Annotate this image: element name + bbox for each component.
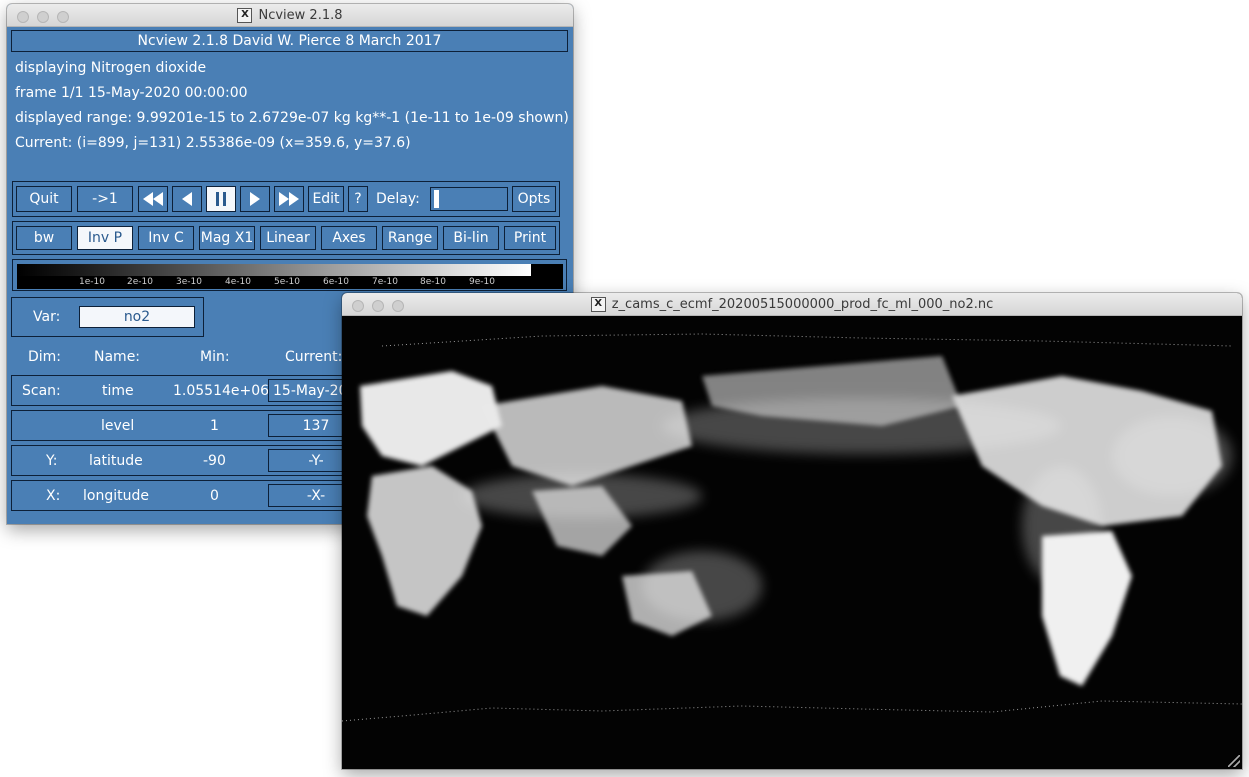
colorbar-tick: 6e-10 xyxy=(323,277,349,287)
step-backward-button[interactable] xyxy=(172,186,202,212)
dim-header: Dim: xyxy=(28,349,62,365)
minimize-window-button[interactable] xyxy=(37,11,49,23)
axes-button[interactable]: Axes xyxy=(321,226,377,250)
image-window-title: z_cams_c_ecmf_20200515000000_prod_fc_ml_… xyxy=(611,296,994,312)
min-header: Min: xyxy=(200,349,230,365)
close-window-button[interactable] xyxy=(17,11,29,23)
colorbar-tick: 1e-10 xyxy=(79,277,105,287)
zoom-window-button[interactable] xyxy=(392,300,404,312)
version-label: Ncview 2.1.8 David W. Pierce 8 March 201… xyxy=(137,33,442,49)
variable-no2-button[interactable]: no2 xyxy=(79,306,195,328)
frame-label: frame 1/1 15-May-2020 00:00:00 xyxy=(15,85,248,101)
pause-button[interactable] xyxy=(206,186,236,212)
colorbar-tick: 2e-10 xyxy=(127,277,153,287)
world-map-graphic xyxy=(342,316,1242,769)
help-button[interactable]: ? xyxy=(348,186,368,212)
colorbar-tick: 4e-10 xyxy=(225,277,251,287)
fast-backward-button[interactable] xyxy=(138,186,168,212)
dim-role: X: xyxy=(46,488,61,504)
delay-slider[interactable] xyxy=(430,187,508,211)
var-label: Var: xyxy=(33,309,61,325)
range-label: displayed range: 9.99201e-15 to 2.6729e-… xyxy=(15,110,569,126)
dim-min: 1.05514e+06 xyxy=(173,383,270,399)
dim-min: 0 xyxy=(210,488,219,504)
range-button[interactable]: Range xyxy=(382,226,438,250)
colorbar-gradient xyxy=(17,264,531,276)
ncview-window-title: Ncview 2.1.8 xyxy=(258,7,343,23)
print-button[interactable]: Print xyxy=(504,226,556,250)
image-window-controls xyxy=(352,300,404,312)
dim-min: -90 xyxy=(203,453,226,469)
dim-name: level xyxy=(101,418,135,434)
linear-button[interactable]: Linear xyxy=(260,226,316,250)
displaying-label: displaying Nitrogen dioxide xyxy=(15,60,207,76)
x11-icon: X xyxy=(237,7,253,23)
delay-label: Delay: xyxy=(376,191,420,207)
colorbar[interactable]: 1e-10 2e-10 3e-10 4e-10 5e-10 6e-10 7e-1… xyxy=(17,264,563,289)
invert-physical-button[interactable]: Inv P xyxy=(77,226,133,250)
edit-button[interactable]: Edit xyxy=(308,186,344,212)
dim-min: 1 xyxy=(210,418,219,434)
fast-backward-icon xyxy=(143,192,163,206)
image-window: X z_cams_c_ecmf_20200515000000_prod_fc_m… xyxy=(342,293,1242,769)
x11-icon: X xyxy=(590,296,606,312)
step-forward-icon xyxy=(250,192,260,206)
resize-grip[interactable] xyxy=(1228,755,1240,767)
step-forward-button[interactable] xyxy=(240,186,270,212)
current-label: Current: (i=899, j=131) 2.55386e-09 (x=3… xyxy=(15,135,411,151)
quit-button[interactable]: Quit xyxy=(16,186,72,212)
image-window-titlebar[interactable]: X z_cams_c_ecmf_20200515000000_prod_fc_m… xyxy=(342,293,1242,316)
no2-map-image[interactable] xyxy=(342,316,1242,769)
step-backward-icon xyxy=(182,192,192,206)
dim-role: Scan: xyxy=(22,383,61,399)
colorbar-tick: 8e-10 xyxy=(420,277,446,287)
version-label-box: Ncview 2.1.8 David W. Pierce 8 March 201… xyxy=(11,30,568,52)
close-window-button[interactable] xyxy=(352,300,364,312)
invert-colormap-button[interactable]: Inv C xyxy=(138,226,194,250)
minimize-window-button[interactable] xyxy=(372,300,384,312)
colorbar-tick: 3e-10 xyxy=(176,277,202,287)
opts-button[interactable]: Opts xyxy=(512,186,556,212)
dim-name: time xyxy=(102,383,134,399)
colorbar-tick: 5e-10 xyxy=(274,277,300,287)
ncview-titlebar[interactable]: X Ncview 2.1.8 xyxy=(7,4,573,27)
name-header: Name: xyxy=(94,349,141,365)
colorbar-tick: 9e-10 xyxy=(469,277,495,287)
current-header: Current: xyxy=(285,349,343,365)
fast-forward-icon xyxy=(279,192,299,206)
to-first-frame-button[interactable]: ->1 xyxy=(77,186,133,212)
zoom-window-button[interactable] xyxy=(57,11,69,23)
colorbar-tick: 7e-10 xyxy=(372,277,398,287)
magnification-button[interactable]: Mag X1 xyxy=(199,226,255,250)
dim-role: Y: xyxy=(46,453,58,469)
window-controls xyxy=(17,11,69,23)
fast-forward-button[interactable] xyxy=(274,186,304,212)
dim-name: latitude xyxy=(89,453,143,469)
delay-slider-thumb[interactable] xyxy=(434,190,439,208)
dim-name: longitude xyxy=(83,488,149,504)
pause-icon xyxy=(216,192,226,206)
interpolation-button[interactable]: Bi-lin xyxy=(443,226,499,250)
bw-button[interactable]: bw xyxy=(16,226,72,250)
